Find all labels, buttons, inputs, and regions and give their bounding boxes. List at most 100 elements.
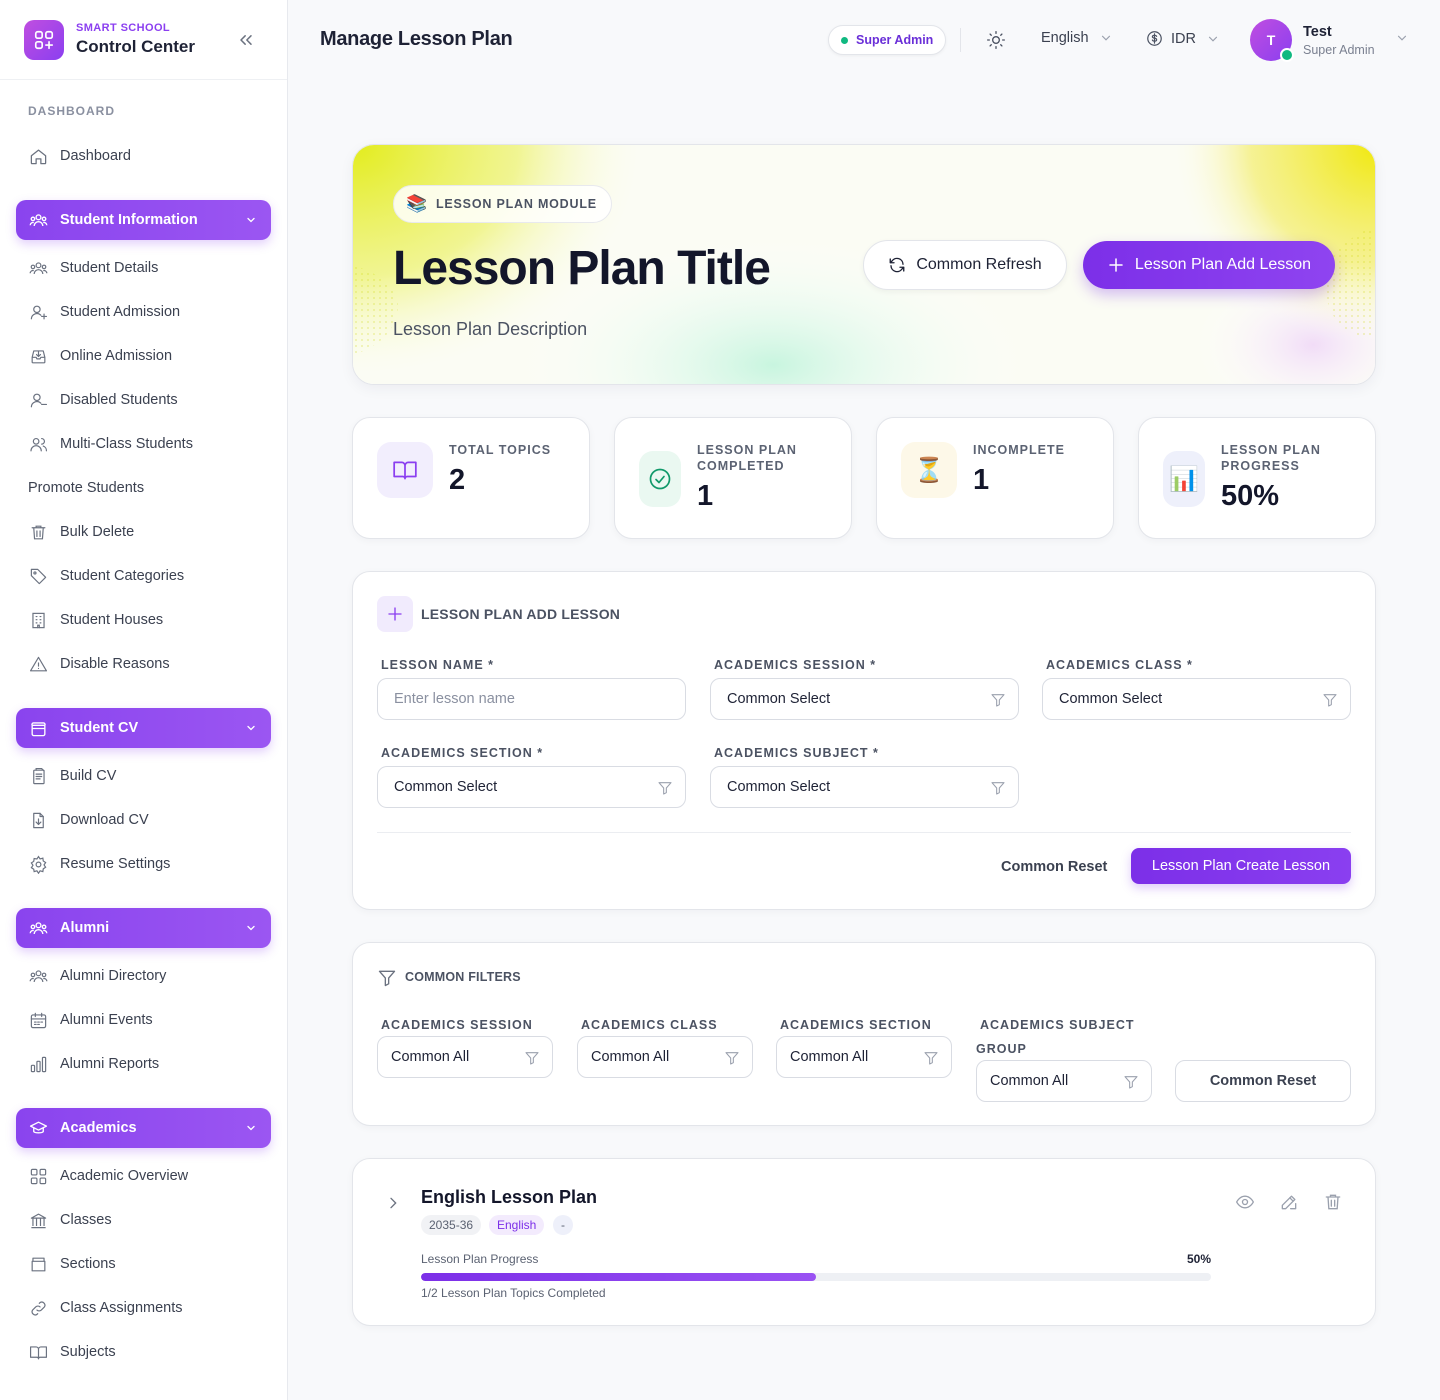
section-tag: - bbox=[553, 1215, 573, 1235]
filter-section-select[interactable]: Common All bbox=[776, 1036, 952, 1078]
sidebar-item-alumni-directory[interactable]: Alumni Directory bbox=[28, 964, 166, 988]
sidebar-item-resume-settings[interactable]: Resume Settings bbox=[28, 852, 170, 876]
brand: SMART SCHOOL Control Center bbox=[0, 0, 287, 80]
sidebar-item-alumni-events[interactable]: Alumni Events bbox=[28, 1008, 153, 1032]
lesson-card: English Lesson Plan 2035-36 English - Le… bbox=[352, 1158, 1376, 1326]
sidebar-item-multi-class-students[interactable]: Multi-Class Students bbox=[28, 432, 193, 456]
user-role: Super Admin bbox=[1303, 42, 1375, 57]
add-lesson-button[interactable]: Lesson Plan Add Lesson bbox=[1083, 241, 1335, 289]
delete-trash-icon[interactable] bbox=[1323, 1192, 1343, 1212]
filter-icon bbox=[378, 970, 396, 987]
sidebar-group-student-cv[interactable]: Student CV bbox=[16, 708, 271, 748]
subject-select[interactable]: Common Select bbox=[710, 766, 1019, 808]
filters-title: COMMON FILTERS bbox=[405, 970, 521, 984]
app-logo-icon bbox=[24, 19, 64, 60]
filter-icon bbox=[725, 1052, 739, 1065]
sidebar-item-student-categories[interactable]: Student Categories bbox=[28, 564, 184, 588]
sidebar-item-student-admission[interactable]: Student Admission bbox=[28, 300, 180, 324]
sidebar-item-online-admission[interactable]: Online Admission bbox=[28, 344, 172, 368]
sidebar-item-class-assignments[interactable]: Class Assignments bbox=[28, 1296, 183, 1320]
edit-icon[interactable] bbox=[1279, 1192, 1299, 1212]
inbox-download-icon bbox=[28, 346, 48, 366]
users-icon bbox=[28, 258, 48, 278]
form-title: LESSON PLAN ADD LESSON bbox=[421, 606, 621, 622]
sidebar-group-label: Student CV bbox=[60, 720, 139, 736]
subject-label: ACADEMICS SUBJECT * bbox=[714, 746, 879, 760]
chevron-right-icon[interactable] bbox=[385, 1195, 401, 1211]
filter-icon bbox=[525, 1052, 539, 1065]
chevron-down-icon bbox=[1397, 35, 1406, 41]
sidebar-group-academics[interactable]: Academics bbox=[16, 1108, 271, 1148]
filter-subject-group-select[interactable]: Common All bbox=[976, 1060, 1152, 1102]
create-lesson-button[interactable]: Lesson Plan Create Lesson bbox=[1131, 848, 1351, 884]
section-label: ACADEMICS SECTION * bbox=[381, 746, 544, 760]
sidebar-item-bulk-delete[interactable]: Bulk Delete bbox=[28, 520, 134, 544]
sidebar-item-build-cv[interactable]: Build CV bbox=[28, 764, 116, 788]
filter-class-select[interactable]: Common All bbox=[577, 1036, 753, 1078]
stat-value: 1 bbox=[973, 464, 990, 496]
collapse-sidebar-icon[interactable] bbox=[236, 30, 256, 50]
sidebar-item-label: Student Details bbox=[60, 260, 159, 276]
document-copy-icon bbox=[28, 766, 48, 786]
sidebar-item-label: Dashboard bbox=[60, 148, 131, 164]
filter-reset-button[interactable]: Common Reset bbox=[1175, 1060, 1351, 1102]
view-eye-icon[interactable] bbox=[1235, 1192, 1255, 1212]
chevron-down-icon bbox=[1208, 36, 1218, 42]
filter-icon bbox=[991, 694, 1005, 707]
user-menu[interactable]: T Test Super Admin bbox=[1250, 19, 1409, 62]
add-lesson-button-label: Lesson Plan Add Lesson bbox=[1134, 256, 1312, 273]
lesson-title: English Lesson Plan bbox=[421, 1187, 598, 1207]
sidebar-item-label: Bulk Delete bbox=[60, 524, 135, 540]
sidebar-item-label: Multi-Class Students bbox=[60, 436, 193, 452]
session-select[interactable]: Common Select bbox=[710, 678, 1019, 720]
reset-button[interactable]: Common Reset bbox=[1001, 859, 1107, 875]
section-select[interactable]: Common Select bbox=[377, 766, 686, 808]
sidebar-item-disabled-students[interactable]: Disabled Students bbox=[28, 388, 178, 412]
lesson-name-input[interactable]: Enter lesson name bbox=[377, 678, 686, 720]
avatar: T bbox=[1250, 19, 1294, 62]
sidebar-item-download-cv[interactable]: Download CV bbox=[28, 808, 149, 832]
refresh-button-label: Common Refresh bbox=[916, 256, 1042, 273]
warning-icon bbox=[28, 654, 48, 674]
lesson-name-label: LESSON NAME * bbox=[381, 658, 495, 672]
language-select[interactable]: English bbox=[1041, 30, 1113, 46]
filter-session-select[interactable]: Common All bbox=[377, 1036, 553, 1078]
sidebar-item-subjects[interactable]: Subjects bbox=[28, 1340, 116, 1364]
sidebar-item-student-details[interactable]: Student Details bbox=[28, 256, 158, 280]
chevron-down-icon bbox=[245, 722, 257, 734]
filter-section-label: ACADEMICS SECTION bbox=[780, 1018, 932, 1032]
sidebar-item-label: Resume Settings bbox=[60, 856, 171, 872]
sidebar-group-student-information[interactable]: Student Information bbox=[16, 200, 271, 240]
sidebar-item-classes[interactable]: Classes bbox=[28, 1208, 112, 1232]
sidebar-item-alumni-reports[interactable]: Alumni Reports bbox=[28, 1052, 159, 1076]
sidebar-item-label: Promote Students bbox=[28, 480, 145, 496]
sidebar-item-disable-reasons[interactable]: Disable Reasons bbox=[28, 652, 170, 676]
stat-label: INCOMPLETE bbox=[973, 443, 1065, 457]
class-select[interactable]: Common Select bbox=[1042, 678, 1351, 720]
dollar-circle-icon bbox=[1147, 31, 1162, 46]
currency-select[interactable]: IDR bbox=[1146, 30, 1220, 47]
sidebar-item-academic-overview[interactable]: Academic Overview bbox=[28, 1164, 188, 1188]
check-circle-icon bbox=[639, 451, 681, 507]
refresh-icon bbox=[889, 257, 905, 273]
sidebar-item-sections[interactable]: Sections bbox=[28, 1252, 116, 1276]
user-plus-icon bbox=[28, 302, 48, 322]
sidebar-item-student-houses[interactable]: Student Houses bbox=[28, 608, 163, 632]
sidebar-item-promote-students[interactable]: Promote Students bbox=[28, 476, 144, 500]
theme-toggle-sun-icon[interactable] bbox=[986, 30, 1006, 50]
avatar-initial: T bbox=[1266, 32, 1276, 48]
user-name: Test bbox=[1303, 23, 1332, 40]
sidebar-item-dashboard[interactable]: Dashboard bbox=[28, 144, 131, 168]
refresh-button[interactable]: Common Refresh bbox=[863, 240, 1067, 290]
header-divider bbox=[960, 28, 961, 52]
sidebar-group-label: Alumni bbox=[60, 920, 110, 936]
session-label: ACADEMICS SESSION * bbox=[714, 658, 877, 672]
bank-icon bbox=[28, 1210, 48, 1230]
add-lesson-form: LESSON PLAN ADD LESSON LESSON NAME * Ent… bbox=[352, 571, 1376, 910]
sidebar-item-label: Student Houses bbox=[60, 612, 164, 628]
book-icon bbox=[377, 442, 433, 498]
sidebar-group-alumni[interactable]: Alumni bbox=[16, 908, 271, 948]
sidebar-item-label: Class Assignments bbox=[60, 1300, 183, 1316]
filter-subject-group-value: Common All bbox=[990, 1073, 1069, 1089]
sidebar-item-label: Subjects bbox=[60, 1344, 116, 1360]
